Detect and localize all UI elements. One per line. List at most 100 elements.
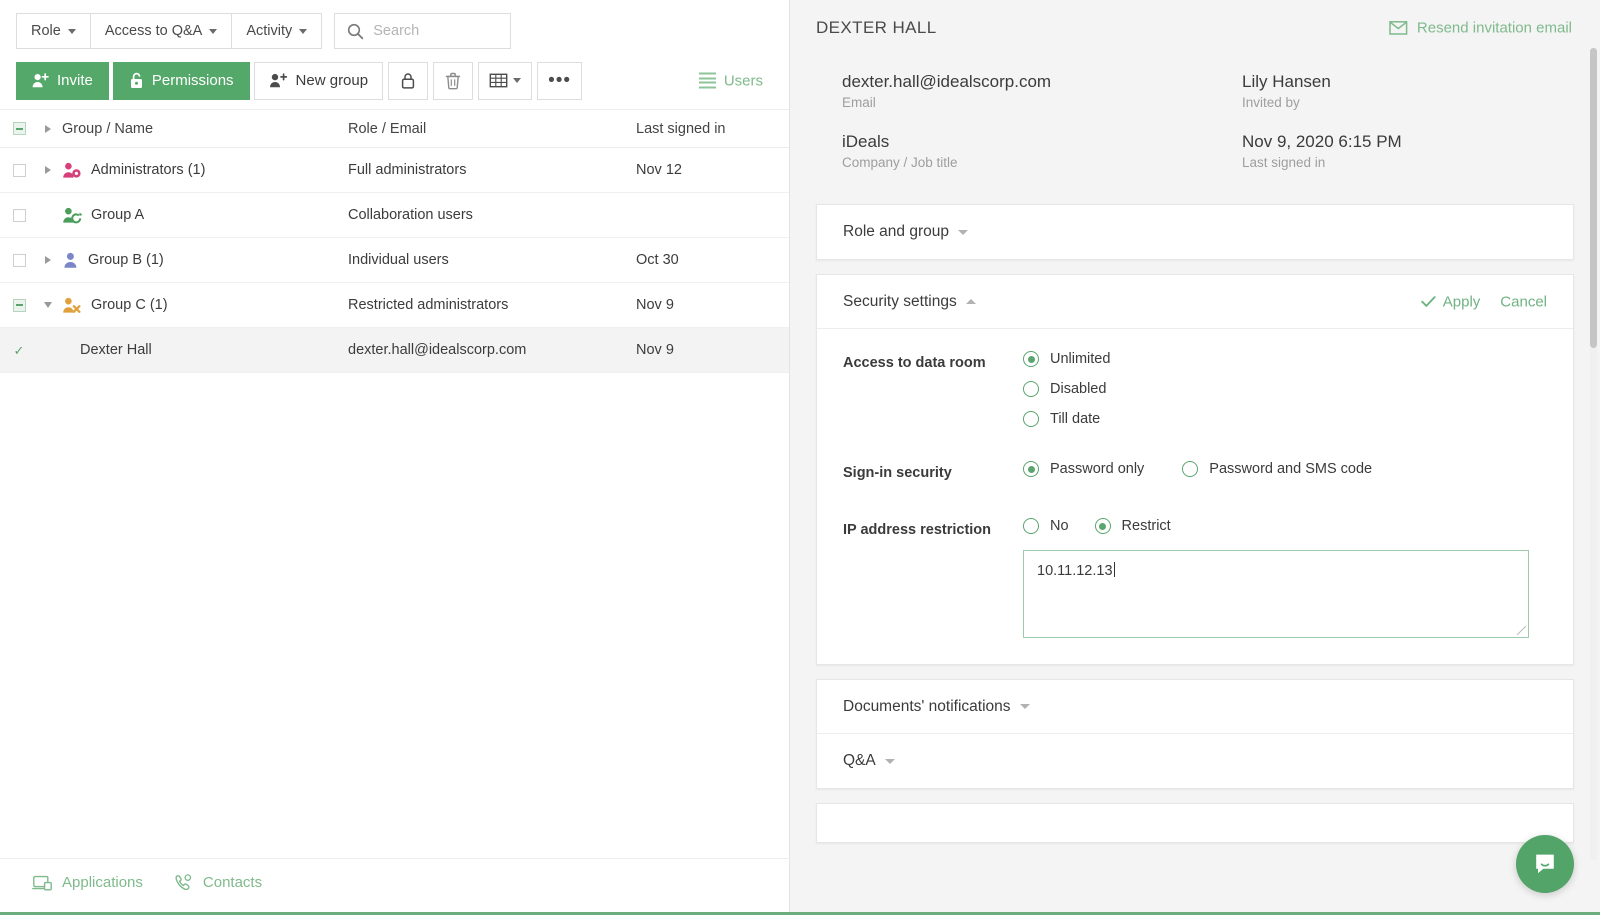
detail-header: DEXTER HALL Resend invitation email — [790, 0, 1600, 56]
cancel-button[interactable]: Cancel — [1500, 293, 1547, 310]
invite-label: Invite — [57, 72, 93, 89]
table-row[interactable]: ✓ Dexter Hall dexter.hall@idealscorp.com No… — [0, 328, 789, 373]
row-checkbox[interactable] — [0, 253, 38, 267]
filter-access-qa-dropdown[interactable]: Access to Q&A — [89, 13, 233, 49]
select-all-checkbox[interactable] — [0, 122, 38, 135]
user-email-value: dexter.hall@idealscorp.com — [842, 72, 1052, 91]
documents-notifications-section-toggle[interactable]: Documents' notifications — [817, 680, 1573, 735]
search-input[interactable]: Search — [334, 13, 512, 49]
table-row[interactable]: Administrators (1) Full administrators Nov… — [0, 148, 789, 193]
radio-selected-icon — [1023, 461, 1039, 477]
check-icon — [1421, 296, 1436, 307]
column-header-role[interactable]: Role / Email — [348, 121, 636, 137]
ip-address-value: 10.11.12.13 — [1037, 563, 1113, 580]
filter-bar: Role Access to Q&A Activity Search — [0, 0, 789, 52]
next-section-card — [816, 803, 1574, 844]
role-and-group-card: Role and group — [816, 204, 1574, 260]
radio-ip-no[interactable]: No — [1023, 518, 1069, 535]
radio-signin-password-only-label: Password only — [1050, 461, 1145, 477]
row-name-label: Administrators (1) — [91, 162, 206, 178]
resize-grip-icon[interactable] — [1517, 626, 1526, 636]
ip-restriction-label: IP address restriction — [843, 522, 992, 539]
radio-selected-icon — [1094, 518, 1111, 535]
row-role-cell: Restricted administrators — [348, 297, 509, 313]
radio-access-till-date[interactable]: Till date — [1023, 411, 1547, 427]
chat-widget-button[interactable] — [1516, 835, 1574, 893]
column-header-name[interactable]: Group / Name — [58, 121, 348, 137]
columns-button[interactable] — [478, 61, 533, 100]
row-checkbox[interactable] — [0, 163, 38, 177]
more-options-button[interactable]: ••• — [537, 61, 583, 100]
radio-signin-password-only[interactable]: Password only — [1023, 461, 1144, 477]
row-expander[interactable] — [38, 302, 58, 308]
chevron-down-icon — [209, 28, 218, 34]
search-placeholder: Search — [373, 23, 420, 39]
radio-signin-password-sms[interactable]: Password and SMS code — [1182, 461, 1372, 477]
table-row[interactable]: Group A Collaboration users — [0, 193, 789, 238]
qa-section-toggle[interactable]: Q&A — [817, 734, 1573, 788]
signin-security-options: Password only Password and SMS code — [1023, 461, 1547, 484]
apply-button[interactable]: Apply — [1421, 293, 1480, 310]
users-list-pane: Role Access to Q&A Activity Search Invit… — [0, 0, 790, 915]
row-expander[interactable] — [38, 166, 58, 174]
column-header-last-signed-in[interactable]: Last signed in — [636, 121, 789, 137]
users-toolbar: Invite Permissions New group ••• Users — [0, 52, 789, 110]
row-checkbox[interactable] — [0, 298, 38, 312]
group-restricted-icon — [63, 297, 81, 313]
radio-access-disabled[interactable]: Disabled — [1023, 381, 1547, 397]
user-info-column-left: dexter.hall@idealscorp.com Email iDeals … — [842, 72, 1242, 170]
filter-role-label: Role — [31, 23, 61, 39]
row-expander[interactable] — [38, 256, 58, 264]
detail-scrollbar-thumb[interactable] — [1590, 48, 1597, 348]
row-role-cell: dexter.hall@idealscorp.com — [348, 342, 527, 358]
filter-activity-dropdown[interactable]: Activity — [231, 13, 323, 49]
group-individual-icon — [64, 252, 77, 268]
radio-signin-password-sms-label: Password and SMS code — [1209, 461, 1373, 477]
delete-button[interactable] — [433, 61, 474, 100]
table-row[interactable]: Group B (1) Individual users Oct 30 — [0, 238, 789, 283]
chevron-right-icon — [45, 256, 51, 264]
radio-unselected-icon — [1182, 461, 1199, 477]
row-last-signed-cell: Nov 9 — [636, 297, 674, 313]
search-icon — [348, 23, 364, 39]
chevron-down-icon — [299, 28, 308, 34]
security-settings-card: Security settings Apply Cancel Access to… — [816, 274, 1574, 666]
filter-activity-label: Activity — [246, 23, 293, 39]
invite-button[interactable]: Invite — [16, 61, 109, 100]
filter-access-qa-label: Access to Q&A — [104, 23, 203, 39]
expand-all-toggle[interactable] — [38, 124, 58, 133]
users-view-link[interactable]: Users — [698, 72, 763, 89]
row-checkbox[interactable]: ✓ — [0, 344, 38, 357]
security-settings-actions: Apply Cancel — [1421, 293, 1547, 310]
row-name-label: Group A — [91, 207, 145, 223]
chevron-down-icon — [44, 302, 52, 308]
radio-ip-restrict[interactable]: Restrict — [1094, 518, 1171, 535]
invited-by-label: Invited by — [1242, 95, 1300, 110]
permissions-button[interactable]: Permissions — [112, 61, 250, 100]
row-last-signed-cell: Oct 30 — [636, 252, 679, 268]
radio-access-disabled-label: Disabled — [1050, 381, 1107, 397]
detail-scrollbar-track[interactable] — [1590, 48, 1597, 860]
filter-dropdown-group: Role Access to Q&A Activity — [16, 13, 323, 49]
row-checkbox[interactable] — [0, 208, 38, 222]
user-info-column-right: Lily Hansen Invited by Nov 9, 2020 6:15 … — [1242, 72, 1600, 170]
resend-invitation-button[interactable]: Resend invitation email — [1389, 20, 1572, 37]
radio-access-unlimited[interactable]: Unlimited — [1023, 351, 1547, 367]
radio-unselected-icon — [1023, 518, 1039, 535]
role-and-group-section-toggle[interactable]: Role and group — [817, 205, 1573, 259]
checkbox-checked-icon: ✓ — [13, 342, 25, 358]
contacts-link[interactable]: Contacts — [173, 873, 262, 892]
chevron-down-icon — [67, 28, 76, 34]
ip-restriction-options: No Restrict 10.11.12.13 — [1023, 518, 1547, 639]
filter-role-dropdown[interactable]: Role — [16, 13, 91, 49]
new-group-button[interactable]: New group — [253, 61, 384, 100]
applications-link[interactable]: Applications — [32, 874, 143, 891]
lock-button[interactable] — [388, 61, 429, 100]
left-footer: Applications Contacts — [0, 858, 790, 906]
row-name-cell: Group A — [58, 207, 348, 224]
user-info-block: dexter.hall@idealscorp.com Email iDeals … — [816, 56, 1574, 192]
ip-address-textarea[interactable]: 10.11.12.13 — [1023, 550, 1529, 639]
table-row[interactable]: Group C (1) Restricted administrators Nov … — [0, 283, 789, 328]
security-settings-section-toggle[interactable]: Security settings Apply Cancel — [817, 275, 1573, 329]
chevron-down-icon — [958, 229, 968, 235]
